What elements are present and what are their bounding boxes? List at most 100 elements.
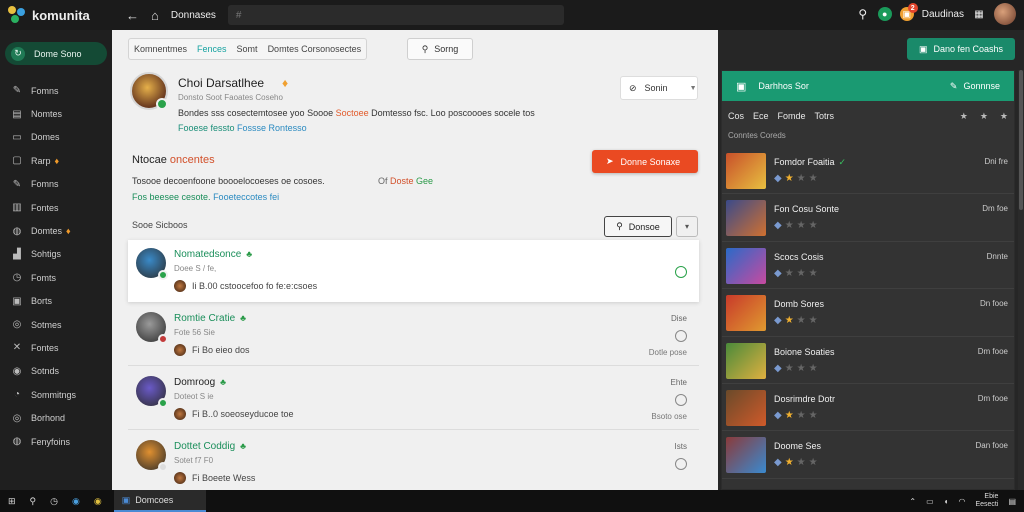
game-thumbnail[interactable] [726, 247, 766, 284]
tab-0[interactable]: Komnentmes [129, 39, 192, 59]
tab-2[interactable]: Somt [232, 39, 263, 59]
home-icon[interactable]: ⌂ [151, 8, 159, 23]
post-title[interactable]: Romtie Cratie ♣ [174, 313, 246, 324]
post-avatar[interactable] [136, 440, 168, 472]
sidebar-item-3[interactable]: ▢ Rarp ♦ [0, 149, 112, 172]
game-name[interactable]: Doome Ses [774, 441, 821, 451]
user-name[interactable]: Daudinas [922, 9, 964, 20]
right-panel-top-button[interactable]: ▣ Dano fen Coashs [907, 38, 1015, 60]
leaderboard-row[interactable]: Dosrimdre Dotr Dm fooe ◆ ★ ★ ★ [722, 384, 1014, 432]
sidebar-item-15[interactable]: ◍ Fenyfoins [0, 430, 112, 453]
post-item[interactable]: Dottet Coddig ♣ Sotet f7 F0 Fi Boeete Wess I… [128, 432, 699, 494]
clock[interactable]: Ebie Eesecti [975, 493, 998, 509]
game-name[interactable]: Fomdor Foaitia ✓ [774, 157, 846, 168]
post-avatar[interactable] [136, 376, 168, 408]
chrome-icon[interactable]: ◉ [94, 496, 102, 507]
task-view-icon[interactable]: ◷ [50, 496, 58, 507]
leaderboard-tab-1[interactable]: Ece [753, 111, 769, 121]
leaderboard-row[interactable]: Fon Cosu Sonte Dm foe ◆ ★ ★ ★ [722, 194, 1014, 242]
game-thumbnail[interactable] [726, 295, 766, 332]
leaderboard-row[interactable]: Doome Ses Dan fooe ◆ ★ ★ ★ [722, 431, 1014, 479]
post-avatar[interactable] [136, 312, 168, 344]
sidebar-item-2[interactable]: ▭ Domes [0, 126, 112, 149]
profile-avatar[interactable] [130, 72, 168, 110]
status-icon[interactable] [675, 394, 687, 406]
sidebar-item-7[interactable]: ▟ Sohtigs [0, 243, 112, 266]
leaderboard-row[interactable]: Scocs Cosis Dnnte ◆ ★ ★ ★ [722, 242, 1014, 290]
sidebar-item-13[interactable]: ◔ Sommitngs [0, 383, 112, 406]
game-name[interactable]: Domb Sores [774, 299, 824, 309]
post-title[interactable]: Domroog ♣ [174, 377, 226, 388]
post-title[interactable]: Nomatedsonce ♣ [174, 249, 252, 260]
grid-icon[interactable]: ▦ [972, 7, 986, 21]
sidebar-item-5[interactable]: ▥ Fontes [0, 196, 112, 219]
status-icon[interactable] [675, 266, 687, 278]
game-name[interactable]: Dosrimdre Dotr [774, 394, 835, 404]
join-button[interactable]: ⊘ Sonin ▼ [620, 76, 698, 100]
sidebar-item-6[interactable]: ◍ Domtes ♦ [0, 219, 112, 242]
sidebar-item-9[interactable]: ▣ Borts [0, 290, 112, 313]
chevron-up-icon[interactable]: ⌃ [909, 497, 916, 506]
sidebar-item-8[interactable]: ◷ Fomts [0, 266, 112, 289]
post-title[interactable]: Dottet Coddig ♣ [174, 441, 246, 452]
tab-1[interactable]: Fences [192, 39, 232, 59]
sidebar-item-1[interactable]: ▤ Nomtes [0, 102, 112, 125]
leaderboard-row[interactable]: Fomdor Foaitia ✓ Dni fre ◆ ★ ★ ★ [722, 147, 1014, 195]
user-avatar[interactable] [994, 3, 1016, 25]
game-thumbnail[interactable] [726, 437, 766, 474]
status-icon[interactable] [675, 458, 687, 470]
leaderboard-tab-0[interactable]: Cos [728, 111, 744, 121]
section-links[interactable]: Fos beesee cesote. Fooeteccotes fei [132, 192, 279, 202]
leaderboard-row[interactable]: Domb Sores Dn fooe ◆ ★ ★ ★ [722, 289, 1014, 337]
volume-icon[interactable]: ◖ [944, 497, 949, 506]
network-icon[interactable]: ▭ [926, 497, 934, 506]
sidebar-item-10[interactable]: ◎ Sotmes [0, 313, 112, 336]
sidebar-item-0[interactable]: ✎ Fomns [0, 79, 112, 102]
search-icon[interactable]: ⚲ [856, 7, 870, 21]
game-name[interactable]: Fon Cosu Sonte [774, 204, 839, 214]
post-item[interactable]: Domroog ♣ Doteot S ie Fi B..0 soeoseyducoe … [128, 368, 699, 430]
sidebar-item-14[interactable]: ◎ Borhond [0, 406, 112, 429]
search-input[interactable]: # [227, 5, 564, 25]
app-logo[interactable]: komunita [0, 6, 112, 24]
star-icon[interactable]: ★ [980, 111, 988, 122]
edge-icon[interactable]: ◉ [72, 496, 80, 507]
nav-label[interactable]: Donnases [171, 10, 216, 21]
sidebar-cta-button[interactable]: ↻ Dome Sono [5, 42, 107, 65]
scrollbar-thumb[interactable] [1019, 70, 1023, 210]
post-item[interactable]: Nomatedsonce ♣ Doee S / fe, Ii B.00 cstooce… [128, 240, 699, 302]
sort-button[interactable]: ⚲ Sorng [407, 38, 473, 60]
game-name[interactable]: Scocs Cosis [774, 252, 824, 262]
scrollbar[interactable] [1018, 70, 1024, 490]
game-thumbnail[interactable] [726, 200, 766, 237]
game-thumbnail[interactable] [726, 342, 766, 379]
leaderboard-action[interactable]: ✎ Gonnnse [950, 81, 1000, 92]
leaderboard-row[interactable]: Boione Soaties Dm fooe ◆ ★ ★ ★ [722, 337, 1014, 384]
post-avatar[interactable] [136, 248, 168, 280]
profile-tags[interactable]: Fooese fessto Fossse Rontesso [178, 123, 307, 133]
leaderboard-tab-2[interactable]: Fomde [778, 111, 806, 121]
post-item[interactable]: Romtie Cratie ♣ Fote 56 Sie Fi Bo eieo dos D… [128, 304, 699, 366]
star-icon[interactable]: ★ [1000, 111, 1008, 122]
sidebar-item-11[interactable]: ✕ Fontes [0, 336, 112, 359]
status-icon[interactable]: ● [877, 7, 892, 21]
tab-3[interactable]: Domtes Corsonosectes [263, 39, 367, 59]
chevron-down-icon[interactable]: ▾ [676, 216, 698, 237]
sidebar-item-4[interactable]: ✎ Fomns [0, 173, 112, 196]
taskbar-app[interactable]: ▣ Domcoes [113, 490, 206, 512]
search-icon[interactable]: ⚲ [30, 496, 37, 507]
game-thumbnail[interactable] [726, 153, 766, 189]
star-icon[interactable]: ★ [960, 111, 968, 122]
game-thumbnail[interactable] [726, 389, 766, 426]
filter-button[interactable]: ⚲ Donsoe [604, 216, 672, 237]
notification-icon[interactable]: ▣ 2 [899, 3, 918, 21]
sidebar-item-12[interactable]: ◉ Sotnds [0, 360, 112, 383]
leaderboard-tab-3[interactable]: Totrs [815, 111, 835, 121]
start-icon[interactable]: ⊞ [8, 496, 16, 507]
primary-action-button[interactable]: ➤ Donne Sonaxe [592, 150, 698, 173]
game-name[interactable]: Boione Soaties [774, 347, 835, 357]
wifi-icon[interactable]: ◠ [958, 497, 965, 506]
notification-center-icon[interactable]: ▤ [1008, 497, 1016, 506]
back-arrow-icon[interactable]: ← [126, 8, 139, 23]
status-icon[interactable] [675, 330, 687, 342]
